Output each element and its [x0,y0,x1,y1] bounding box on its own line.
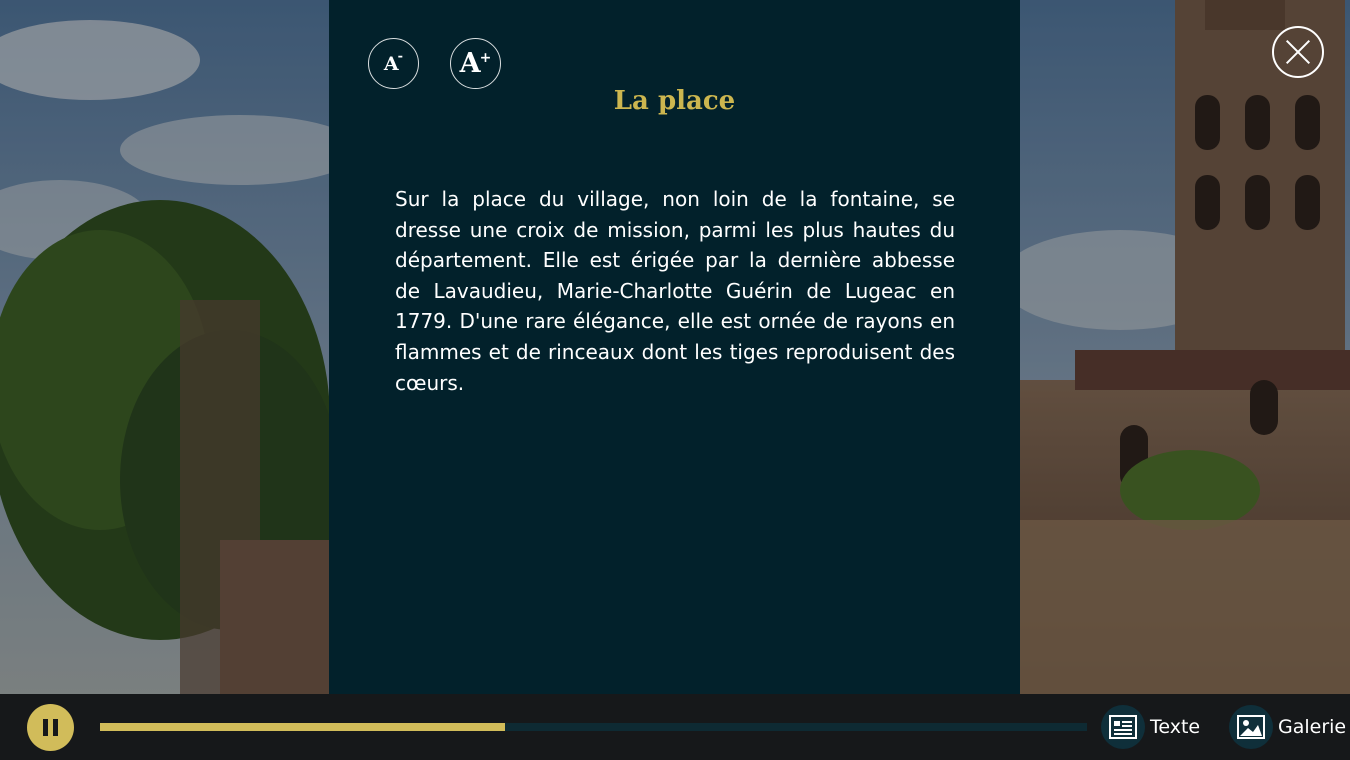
audio-progress-fill [100,723,505,731]
image-icon [1229,705,1273,749]
text-view-label: Texte [1150,716,1201,738]
gallery-label: Galerie [1278,716,1347,738]
page-title: La place [613,86,736,116]
audio-progress-bar[interactable] [100,723,1087,731]
gallery-button[interactable]: Galerie [1229,703,1346,751]
plus-icon: + [479,49,492,66]
description-text: Sur la place du village, non loin de la … [395,187,955,395]
increase-font-button[interactable]: A + [450,38,501,89]
font-increase-glyph: A [459,48,481,79]
document-icon [1101,705,1145,749]
pause-button[interactable] [27,704,74,751]
text-panel: A- A + La place Sur la place du village, … [329,0,1020,694]
close-button[interactable] [1272,26,1324,78]
font-decrease-glyph: A [383,52,399,75]
audio-player-bar: Texte Galerie [0,694,1350,760]
decrease-font-button[interactable]: A- [368,38,419,89]
minus-icon: - [397,49,404,64]
text-view-button[interactable]: Texte [1101,703,1200,751]
